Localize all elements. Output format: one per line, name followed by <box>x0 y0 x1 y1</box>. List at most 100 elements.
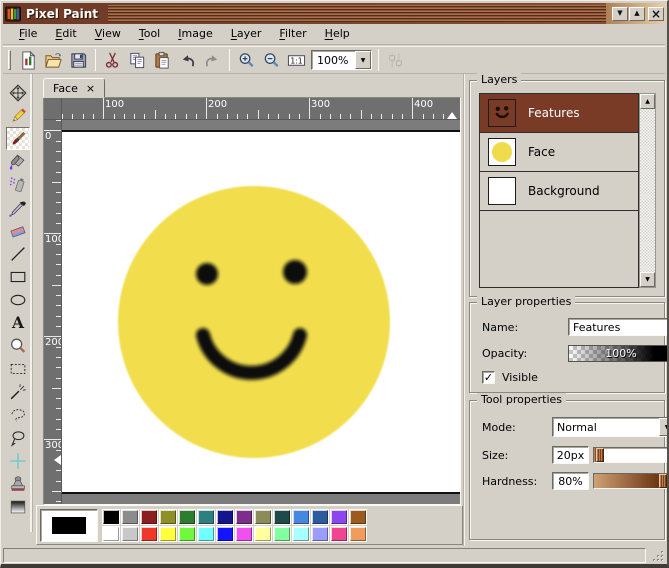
tab-close-icon[interactable]: × <box>86 82 95 95</box>
color-swatch[interactable] <box>330 509 348 525</box>
new-button[interactable] <box>16 48 41 72</box>
color-swatch[interactable] <box>216 526 234 542</box>
minimize-button[interactable]: ▼ <box>612 7 628 21</box>
clone-stamp-tool[interactable] <box>6 472 30 495</box>
lasso-tool[interactable] <box>6 403 30 426</box>
zoom-tool[interactable] <box>6 334 30 357</box>
zoom-in-button[interactable] <box>234 48 259 72</box>
copy-button[interactable] <box>125 48 150 72</box>
color-swatch[interactable] <box>273 526 291 542</box>
menu-image[interactable]: Image <box>169 24 221 44</box>
layer-item-features[interactable]: Features <box>480 94 638 133</box>
color-swatch[interactable] <box>273 509 291 525</box>
ellipse-tool[interactable] <box>6 288 30 311</box>
maximize-button[interactable]: ▲ <box>629 7 645 21</box>
select-rect-tool[interactable] <box>6 357 30 380</box>
move-tool[interactable] <box>6 81 30 104</box>
canvas[interactable] <box>62 130 460 494</box>
color-swatch[interactable] <box>121 509 139 525</box>
redo-button[interactable] <box>200 48 225 72</box>
menu-filter[interactable]: Filter <box>270 24 315 44</box>
color-swatch[interactable] <box>178 509 196 525</box>
rectangle-tool[interactable] <box>6 265 30 288</box>
menu-help[interactable]: Help <box>316 24 359 44</box>
scroll-down-icon[interactable]: ▼ <box>640 272 655 287</box>
color-swatch[interactable] <box>197 509 215 525</box>
color-swatch[interactable] <box>216 509 234 525</box>
color-swatch[interactable] <box>311 526 329 542</box>
magic-wand-tool[interactable] <box>6 380 30 403</box>
gradient-tool[interactable] <box>6 495 30 518</box>
menu-tool[interactable]: Tool <box>130 24 169 44</box>
brush-tool[interactable] <box>6 127 30 150</box>
fill-tool[interactable] <box>6 150 30 173</box>
layer-name-input[interactable]: Features <box>568 318 669 336</box>
color-swatch[interactable] <box>178 526 196 542</box>
hardness-slider-thumb[interactable] <box>659 474 667 488</box>
color-swatch[interactable] <box>254 509 272 525</box>
color-swatch-fill <box>103 527 119 541</box>
color-swatch[interactable] <box>159 526 177 542</box>
open-button[interactable] <box>41 48 66 72</box>
color-swatch[interactable] <box>292 509 310 525</box>
color-swatch[interactable] <box>292 526 310 542</box>
crosshair-tool[interactable] <box>6 449 30 472</box>
adjustments-button[interactable] <box>383 48 408 72</box>
color-swatch[interactable] <box>349 526 367 542</box>
opacity-slider[interactable]: 100% <box>568 345 669 362</box>
eraser-tool[interactable] <box>6 219 30 242</box>
mode-select[interactable]: Normal ▼ <box>552 417 669 437</box>
line-tool[interactable] <box>6 242 30 265</box>
undo-button[interactable] <box>175 48 200 72</box>
chevron-down-icon[interactable]: ▼ <box>355 51 371 69</box>
color-swatch[interactable] <box>121 526 139 542</box>
layer-item-face[interactable]: Face <box>480 133 638 172</box>
resize-grip[interactable] <box>650 548 665 563</box>
color-swatch[interactable] <box>159 509 177 525</box>
hardness-slider[interactable] <box>593 473 669 489</box>
menu-edit[interactable]: Edit <box>46 24 85 44</box>
color-swatch[interactable] <box>254 526 272 542</box>
pencil-tool[interactable] <box>6 104 30 127</box>
toolbar-grip[interactable] <box>8 50 11 70</box>
titlebar[interactable]: Pixel Paint ▼▲× <box>3 3 665 24</box>
foreground-color-swatch[interactable] <box>52 517 86 534</box>
color-swatch[interactable] <box>235 509 253 525</box>
layer-item-background[interactable]: Background <box>480 172 638 211</box>
zoom-level-select[interactable]: 100%▼ <box>311 50 372 70</box>
tool-properties-title: Tool properties <box>477 393 566 406</box>
size-slider-thumb[interactable] <box>596 448 604 462</box>
airbrush-tool[interactable] <box>6 173 30 196</box>
scroll-up-icon[interactable]: ▲ <box>640 94 655 109</box>
color-swatch[interactable] <box>235 526 253 542</box>
zoom-out-button[interactable] <box>259 48 284 72</box>
polygon-lasso-tool[interactable] <box>6 426 30 449</box>
visible-checkbox[interactable]: ✓ <box>482 371 495 384</box>
color-swatch[interactable] <box>140 526 158 542</box>
canvas-viewport[interactable] <box>62 120 460 504</box>
menu-view[interactable]: View <box>86 24 130 44</box>
paste-button[interactable] <box>150 48 175 72</box>
text-tool[interactable] <box>6 311 30 334</box>
color-swatch[interactable] <box>102 509 120 525</box>
color-swatch[interactable] <box>102 526 120 542</box>
chevron-down-icon[interactable]: ▼ <box>659 418 669 436</box>
cut-button[interactable] <box>100 48 125 72</box>
color-swatch[interactable] <box>349 509 367 525</box>
size-input[interactable]: 20px <box>552 446 589 464</box>
menu-file[interactable]: File <box>10 24 46 44</box>
size-slider[interactable] <box>593 447 669 463</box>
layer-scrollbar[interactable]: ▲ ▼ <box>639 93 656 288</box>
save-button[interactable] <box>66 48 91 72</box>
color-swatch[interactable] <box>197 526 215 542</box>
menu-layer[interactable]: Layer <box>222 24 271 44</box>
hardness-input[interactable]: 80% <box>552 472 589 490</box>
current-colors[interactable] <box>40 509 98 542</box>
tab-face[interactable]: Face × <box>43 78 105 98</box>
color-swatch[interactable] <box>311 509 329 525</box>
actual-size-button[interactable] <box>284 48 309 72</box>
color-swatch[interactable] <box>330 526 348 542</box>
eyedropper-tool[interactable] <box>6 196 30 219</box>
color-swatch[interactable] <box>140 509 158 525</box>
close-button[interactable]: × <box>648 7 664 21</box>
